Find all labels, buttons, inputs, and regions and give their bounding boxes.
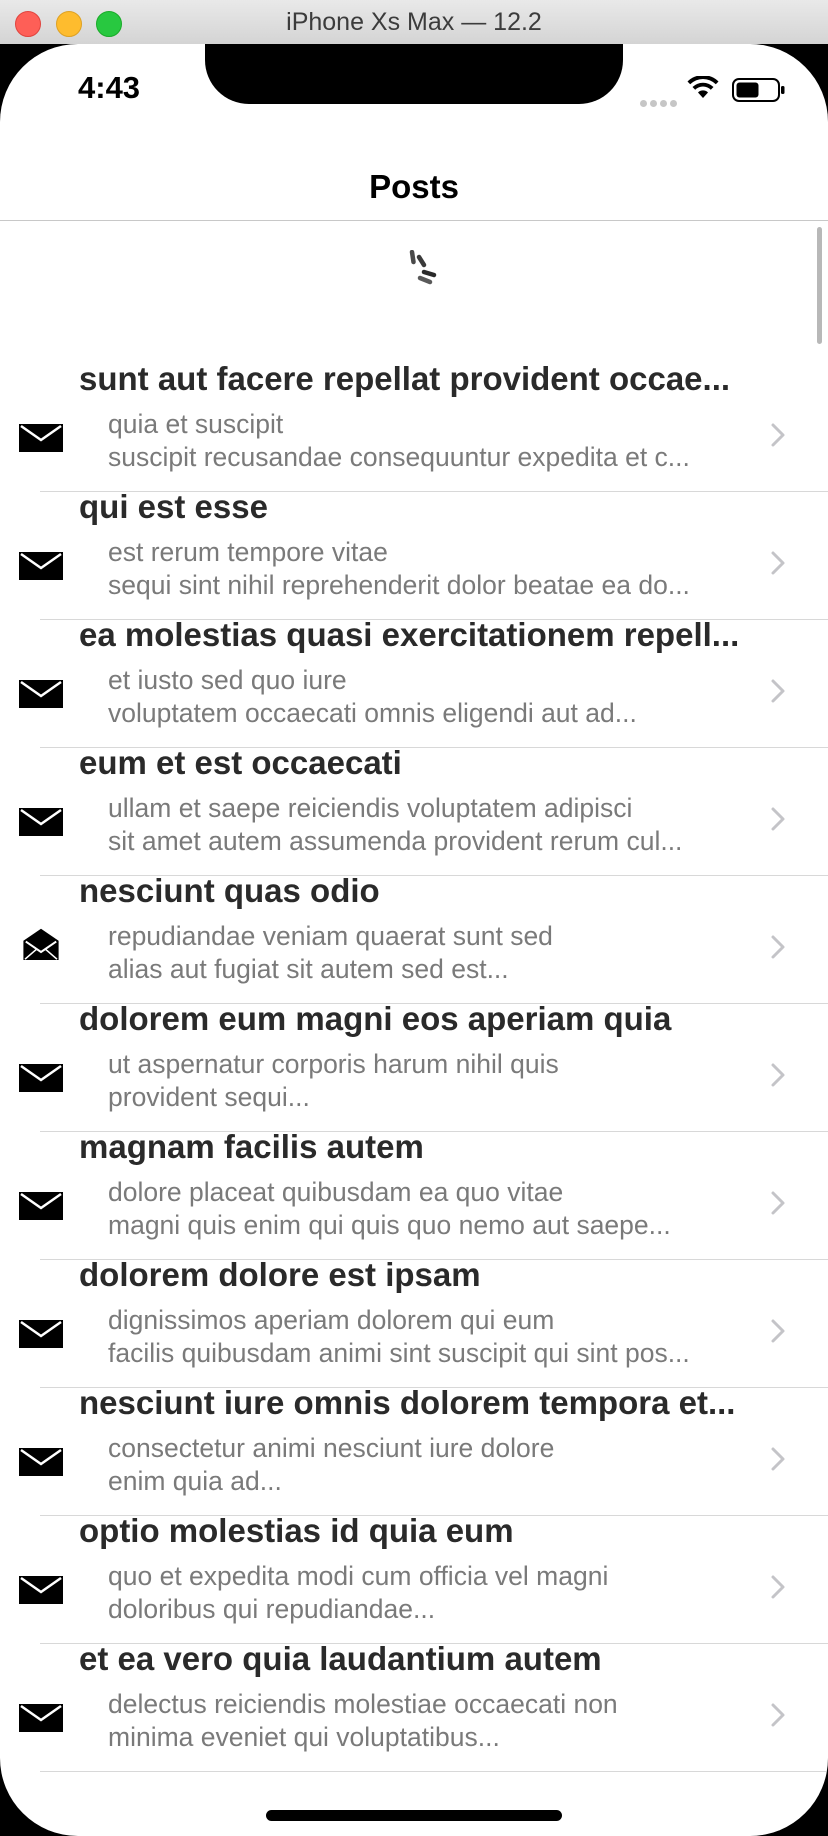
post-row[interactable]: eum et est occaecati ullam et saepe reic… <box>0 744 828 876</box>
page-title: Posts <box>369 168 459 205</box>
envelope-icon <box>19 808 63 836</box>
post-body-preview: delectus reiciendis molestiae occaecati … <box>108 1689 618 1752</box>
battery-icon <box>732 78 785 102</box>
window-title: iPhone Xs Max — 12.2 <box>286 8 542 36</box>
phone-screen: 4:43 Posts sunt aut facere repellat prov… <box>0 44 828 1836</box>
navigation-bar: Posts <box>0 154 828 221</box>
envelope-icon <box>19 1576 63 1604</box>
chevron-right-icon <box>771 551 785 575</box>
post-body-preview: repudiandae veniam quaerat sunt sed alias… <box>108 921 553 984</box>
chevron-right-icon <box>771 807 785 831</box>
post-title: et ea vero quia laudantium autem <box>79 1640 602 1677</box>
scroll-indicator[interactable] <box>817 227 822 344</box>
chevron-right-icon <box>771 1703 785 1727</box>
post-row[interactable]: dolorem dolore est ipsam dignissimos ape… <box>0 1256 828 1388</box>
post-row[interactable]: qui est esse est rerum tempore vitae sequ… <box>0 488 828 620</box>
row-separator <box>40 1771 828 1772</box>
post-title: qui est esse <box>79 488 268 525</box>
post-title: nesciunt iure omnis dolorem tempora et..… <box>79 1384 736 1421</box>
post-row[interactable]: et ea vero quia laudantium autem delectu… <box>0 1640 828 1772</box>
envelope-icon <box>19 680 63 708</box>
post-body-preview: dignissimos aperiam dolorem qui eum facil… <box>108 1305 690 1368</box>
chevron-right-icon <box>771 679 785 703</box>
chevron-right-icon <box>771 1447 785 1471</box>
status-time: 4:43 <box>78 70 141 105</box>
post-title: eum et est occaecati <box>79 744 402 781</box>
envelope-icon <box>19 1064 63 1092</box>
post-row[interactable]: ea molestias quasi exercitationem repell… <box>0 616 828 748</box>
post-body-preview: quia et suscipit suscipit recusandae cons… <box>108 409 690 472</box>
envelope-icon <box>19 1704 63 1732</box>
loading-spinner-icon <box>409 250 437 285</box>
post-title: magnam facilis autem <box>79 1128 424 1165</box>
envelope-icon <box>19 1192 63 1220</box>
envelope-icon <box>19 552 63 580</box>
post-row[interactable]: magnam facilis autem dolore placeat quib… <box>0 1128 828 1260</box>
post-row[interactable]: nesciunt iure omnis dolorem tempora et..… <box>0 1384 828 1516</box>
chevron-right-icon <box>771 1191 785 1215</box>
post-title: ea molestias quasi exercitationem repell… <box>79 616 740 653</box>
cellular-signal-icon <box>640 94 680 112</box>
post-body-preview: et iusto sed quo iure voluptatem occaecat… <box>108 665 637 728</box>
post-title: sunt aut facere repellat provident occae… <box>79 360 731 397</box>
post-title: optio molestias id quia eum <box>79 1512 514 1549</box>
home-indicator[interactable] <box>266 1810 562 1821</box>
post-body-preview: est rerum tempore vitae sequi sint nihil … <box>108 537 690 600</box>
envelope-open-icon <box>23 928 59 960</box>
chevron-right-icon <box>771 1319 785 1343</box>
envelope-icon <box>19 1448 63 1476</box>
post-body-preview: quo et expedita modi cum officia vel mag… <box>108 1561 609 1624</box>
chevron-right-icon <box>771 935 785 959</box>
post-row[interactable]: dolorem eum magni eos aperiam quia ut as… <box>0 1000 828 1132</box>
post-title: nesciunt quas odio <box>79 872 380 909</box>
post-row[interactable]: nesciunt quas odio repudiandae veniam qu… <box>0 872 828 1004</box>
envelope-icon <box>19 424 63 452</box>
chevron-right-icon <box>771 1575 785 1599</box>
post-title: dolorem dolore est ipsam <box>79 1256 481 1293</box>
envelope-icon <box>19 1320 63 1348</box>
post-body-preview: consectetur animi nesciunt iure dolore en… <box>108 1433 555 1496</box>
simulator-title-bar: iPhone Xs Max — 12.2 <box>0 0 828 45</box>
chevron-right-icon <box>771 423 785 447</box>
posts-list: sunt aut facere repellat provident occae… <box>0 360 828 1772</box>
post-body-preview: ullam et saepe reiciendis voluptatem adi… <box>108 793 683 856</box>
notch <box>205 44 623 104</box>
post-body-preview: dolore placeat quibusdam ea quo vitae mag… <box>108 1177 671 1240</box>
post-row[interactable]: optio molestias id quia eum quo et exped… <box>0 1512 828 1644</box>
device-frame: 4:43 Posts sunt aut facere repellat prov… <box>0 44 828 1836</box>
post-title: dolorem eum magni eos aperiam quia <box>79 1000 672 1037</box>
post-row[interactable]: sunt aut facere repellat provident occae… <box>0 360 828 492</box>
chevron-right-icon <box>771 1063 785 1087</box>
wifi-icon <box>687 76 719 98</box>
post-body-preview: ut aspernatur corporis harum nihil quis p… <box>108 1049 559 1112</box>
